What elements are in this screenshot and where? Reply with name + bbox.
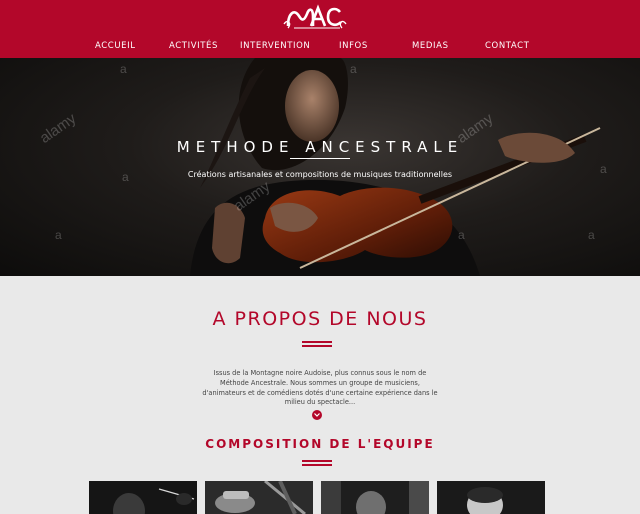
hero-title: METHODE ANCESTRALE [176,138,464,156]
hero-subtitle: Créations artisanales et compositions de… [187,170,453,179]
nav-item-accueil[interactable]: ACCUEIL [95,41,136,51]
member-photo-1 [89,481,197,514]
watermark-mark: a [55,228,62,242]
about-title: A PROPOS DE NOUS [212,308,428,330]
member-photo-2 [205,481,313,514]
team-member-card[interactable] [321,481,429,514]
team-title: COMPOSITION DE L'EQUIPE [205,437,435,451]
chevron-down-icon [314,413,320,417]
violinist-photo [190,58,601,276]
site-header: ACCUEIL ACTIVITÉS INTERVENTION INFOS MED… [0,0,640,58]
watermark-mark: a [120,62,127,76]
nav-item-intervention[interactable]: INTERVENTION [240,41,310,51]
read-more-button[interactable] [312,410,322,420]
watermark-mark: a [458,228,465,242]
watermark-mark: a [588,228,595,242]
main-nav: ACCUEIL ACTIVITÉS INTERVENTION INFOS MED… [0,41,640,55]
hero-divider [290,158,350,159]
member-photo-3 [321,481,429,514]
team-member-card[interactable] [89,481,197,514]
hero-banner: alamy alamy alamy a a a a a a a METHODE … [0,58,640,276]
nav-item-activites[interactable]: ACTIVITÉS [169,41,218,51]
nav-item-contact[interactable]: CONTACT [485,41,530,51]
mac-monogram-logo[interactable] [282,4,352,30]
team-member-card[interactable] [205,481,313,514]
member-photo-4 [437,481,545,514]
watermark-mark: a [350,62,357,76]
nav-item-infos[interactable]: INFOS [339,41,368,51]
about-text: Issus de la Montagne noire Audoise, plus… [202,369,438,407]
team-member-card[interactable] [437,481,545,514]
about-divider [302,341,332,348]
nav-item-medias[interactable]: MEDIAS [412,41,449,51]
team-divider [302,460,332,467]
